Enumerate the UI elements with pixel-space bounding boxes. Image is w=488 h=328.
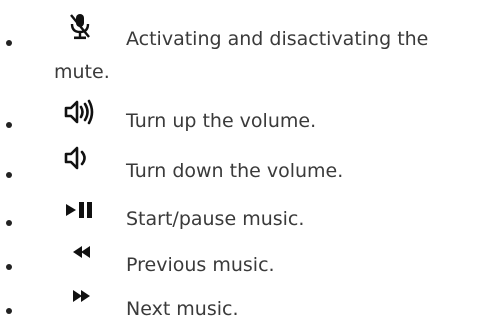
mute-microphone-icon	[64, 12, 96, 42]
play-pause-icon	[64, 196, 96, 226]
list-item-play-pause: Start/pause music.	[0, 200, 488, 240]
media-controls-list: Activating and disactivating the mute. T…	[0, 0, 488, 327]
next-icon	[64, 282, 96, 312]
list-item-next: Next music.	[0, 288, 488, 328]
volume-up-icon	[64, 98, 96, 128]
previous-icon	[64, 238, 96, 268]
volume-up-label: Turn up the volume.	[126, 110, 317, 132]
play-pause-label: Start/pause music.	[126, 208, 305, 230]
list-item-previous: Previous music.	[0, 244, 488, 284]
list-item-mute: Activating and disactivating the mute.	[0, 0, 488, 90]
bullet	[6, 220, 12, 226]
previous-label: Previous music.	[126, 254, 275, 276]
bullet	[6, 172, 12, 178]
mute-label-continued: mute.	[54, 61, 110, 83]
bullet	[6, 308, 12, 314]
list-item-volume-down: Turn down the volume.	[0, 146, 488, 192]
bullet	[6, 122, 12, 128]
list-item-volume-up: Turn up the volume.	[0, 98, 488, 142]
bullet	[6, 264, 12, 270]
volume-down-icon	[64, 144, 96, 174]
mute-label: Activating and disactivating the	[126, 28, 429, 50]
bullet	[6, 40, 12, 46]
volume-down-label: Turn down the volume.	[126, 160, 344, 182]
next-label: Next music.	[126, 298, 239, 320]
